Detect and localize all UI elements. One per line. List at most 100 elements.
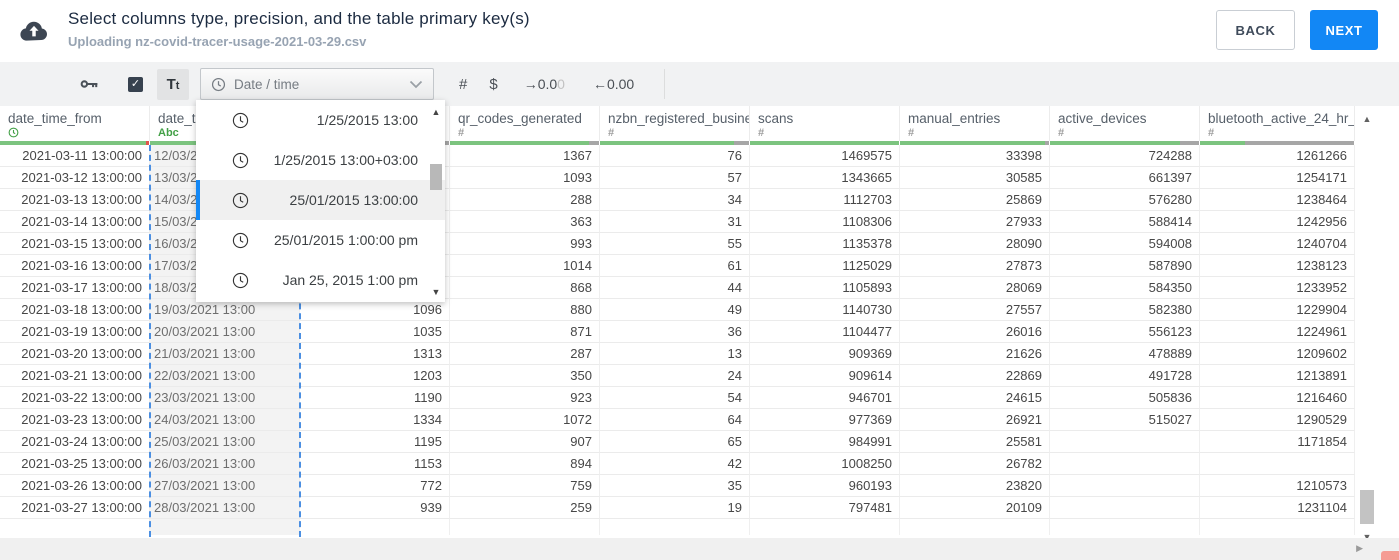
dropdown-scroll-down-icon[interactable]: ▼ [428, 287, 444, 297]
table-cell: 1213891 [1200, 365, 1355, 387]
table-cell: 797481 [750, 497, 900, 519]
dropdown-scrollbar-thumb[interactable] [430, 164, 442, 190]
table-cell: 24/03/2021 13:00 [150, 409, 300, 431]
table-cell: 907 [450, 431, 600, 453]
column-header[interactable]: qr_codes_generated # [450, 106, 600, 145]
table-cell: 1216460 [1200, 387, 1355, 409]
table-cell: 2021-03-15 13:00:00 [0, 233, 150, 255]
column-header[interactable]: scans # [750, 106, 900, 145]
column-header[interactable]: manual_entries # [900, 106, 1050, 145]
table-cell [150, 519, 300, 535]
vertical-scrollbar-thumb[interactable] [1360, 490, 1374, 524]
number-type-button[interactable]: # [459, 76, 467, 93]
table-cell: 984991 [750, 431, 900, 453]
table-cell: 515027 [1050, 409, 1200, 431]
boolean-type-checkbox[interactable]: ✓ [128, 76, 143, 92]
date-format-label: 1/25/2015 13:00 [316, 112, 418, 128]
table-row: 2021-03-21 13:00:00 22/03/2021 13:00 1203 3… [0, 365, 1355, 387]
table-cell: 20/03/2021 13:00 [150, 321, 300, 343]
date-format-option[interactable]: 1/25/2015 13:00+03:00 [196, 140, 445, 180]
table-cell: 1125029 [750, 255, 900, 277]
table-row: 2021-03-18 13:00:00 19/03/2021 13:00 1096 8… [0, 299, 1355, 321]
table-cell: 27933 [900, 211, 1050, 233]
table-cell: 25869 [900, 189, 1050, 211]
vertical-scrollbar[interactable]: ▲ ▼ [1357, 108, 1377, 542]
table-cell: 1210573 [1200, 475, 1355, 497]
column-name: date_time_from [8, 111, 102, 126]
scroll-right-icon[interactable]: ▶ [1356, 543, 1363, 554]
column-type-select[interactable]: Date / time [200, 68, 434, 100]
table-cell: 1072 [450, 409, 600, 431]
table-cell: 2021-03-22 13:00:00 [0, 387, 150, 409]
table-cell: 26782 [900, 453, 1050, 475]
table-cell: 1203 [300, 365, 450, 387]
selected-column-border-left [149, 145, 151, 537]
date-format-option[interactable]: 1/25/2015 13:00 [196, 100, 445, 140]
column-name: manual_entries [908, 111, 1001, 126]
column-header[interactable]: nzbn_registered_busine # [600, 106, 750, 145]
column-type-icon: # [908, 127, 915, 139]
decrease-precision-button[interactable]: →0.00 [524, 76, 565, 92]
table-cell: 25/03/2021 13:00 [150, 431, 300, 453]
table-cell: 1190 [300, 387, 450, 409]
table-cell: 24615 [900, 387, 1050, 409]
column-type-icon: # [1208, 127, 1215, 139]
table-cell: 1367 [450, 145, 600, 167]
dropdown-scrollbar[interactable]: ▲ ▼ [428, 102, 444, 300]
column-type-icon: # [608, 127, 615, 139]
table-cell: 24 [600, 365, 750, 387]
table-cell: 491728 [1050, 365, 1200, 387]
table-cell: 759 [450, 475, 600, 497]
table-cell: 28069 [900, 277, 1050, 299]
table-cell: 772 [300, 475, 450, 497]
date-format-option[interactable]: Jan 25, 2015 1:00 pm [196, 260, 445, 300]
table-cell: 977369 [750, 409, 900, 431]
date-format-option[interactable]: 25/01/2015 13:00:00 [196, 180, 445, 220]
clock-icon [232, 152, 249, 169]
table-cell [1050, 431, 1200, 453]
table-cell: 42 [600, 453, 750, 475]
table-cell: 1093 [450, 167, 600, 189]
table-cell: 2021-03-26 13:00:00 [0, 475, 150, 497]
table-row: 2021-03-27 13:00:00 28/03/2021 13:00 939 25… [0, 497, 1355, 519]
column-name: scans [758, 111, 794, 126]
table-cell: 2021-03-21 13:00:00 [0, 365, 150, 387]
table-cell: 1135378 [750, 233, 900, 255]
table-cell: 44 [600, 277, 750, 299]
table-cell: 2021-03-20 13:00:00 [0, 343, 150, 365]
table-row: 2021-03-20 13:00:00 21/03/2021 13:00 1313 2… [0, 343, 1355, 365]
table-cell [1050, 475, 1200, 497]
table-cell: 880 [450, 299, 600, 321]
upload-filename-subtitle: Uploading nz-covid-tracer-usage-2021-03-… [68, 34, 367, 49]
date-format-option[interactable]: 25/01/2015 1:00:00 pm [196, 220, 445, 260]
table-cell: 1112703 [750, 189, 900, 211]
table-cell: 1313 [300, 343, 450, 365]
column-name: active_devices [1058, 111, 1147, 126]
column-header[interactable]: date_time_from [0, 106, 150, 145]
primary-key-icon[interactable] [80, 77, 99, 91]
column-header[interactable]: active_devices # [1050, 106, 1200, 145]
horizontal-scrollbar[interactable]: ▶ [0, 538, 1399, 560]
table-cell: 1290529 [1200, 409, 1355, 431]
table-row: 2021-03-22 13:00:00 23/03/2021 13:00 1190 9… [0, 387, 1355, 409]
column-header[interactable]: bluetooth_active_24_hr_ # [1200, 106, 1355, 145]
toolbar-divider [664, 69, 666, 99]
dropdown-scroll-up-icon[interactable]: ▲ [428, 107, 444, 117]
clock-icon [232, 232, 249, 249]
table-cell: 19/03/2021 13:00 [150, 299, 300, 321]
next-button[interactable]: NEXT [1310, 10, 1378, 50]
scroll-up-icon[interactable]: ▲ [1357, 114, 1377, 124]
table-cell [1200, 453, 1355, 475]
table-cell [1050, 453, 1200, 475]
currency-type-button[interactable]: $ [489, 76, 497, 93]
table-cell [1200, 519, 1355, 535]
increase-precision-button[interactable]: ←0.00 [593, 76, 634, 92]
table-cell: 287 [450, 343, 600, 365]
back-button[interactable]: BACK [1216, 10, 1295, 50]
table-cell: 36 [600, 321, 750, 343]
column-name: bluetooth_active_24_hr_ [1208, 111, 1354, 126]
text-type-button[interactable]: Tt [157, 68, 189, 100]
table-cell: 946701 [750, 387, 900, 409]
table-cell: 584350 [1050, 277, 1200, 299]
clock-icon [232, 192, 249, 209]
